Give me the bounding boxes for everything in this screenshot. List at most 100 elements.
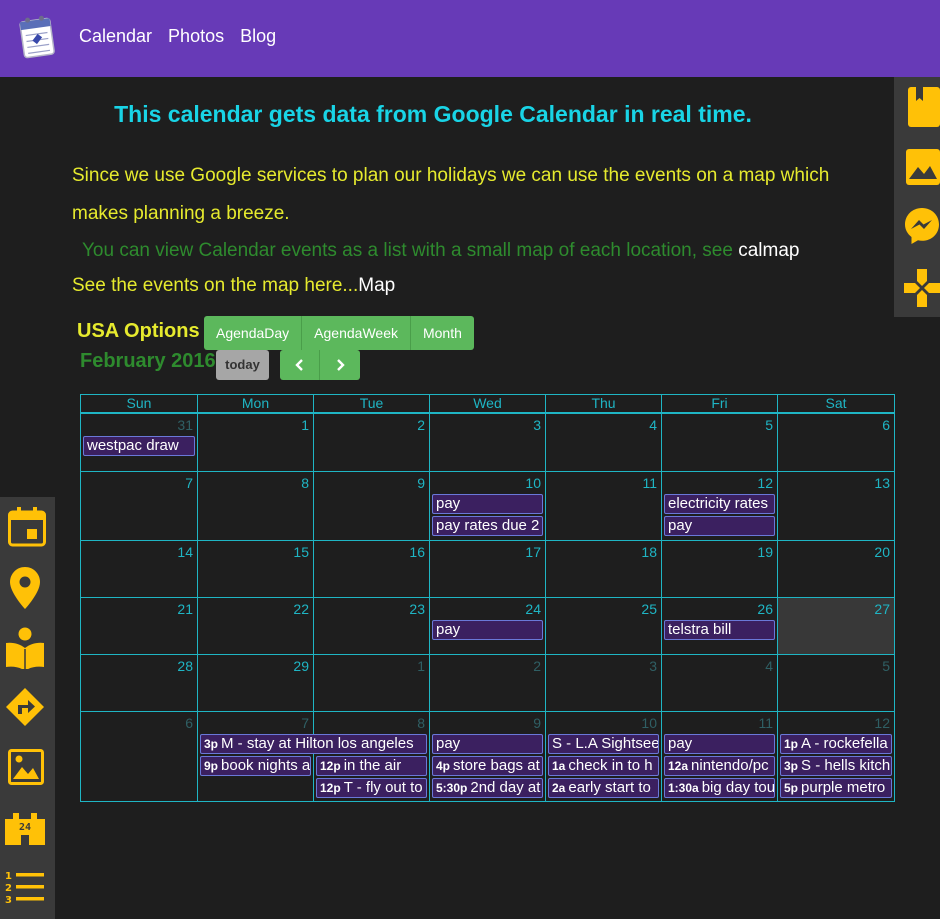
day-cell[interactable]: 11 — [545, 471, 662, 541]
day-cell[interactable]: 17 — [429, 540, 546, 598]
map-link[interactable]: Map — [358, 275, 395, 296]
nav-calendar-link[interactable]: Calendar — [79, 26, 152, 47]
calendar-event[interactable]: 2a early start to — [548, 778, 659, 798]
day-cell[interactable]: 3 — [429, 413, 546, 472]
day-cell[interactable]: 2 — [429, 654, 546, 712]
event-title: book nights a — [221, 757, 311, 774]
day-number: 25 — [641, 601, 657, 617]
calendar-event[interactable]: S - L.A Sightseeing — [548, 734, 659, 754]
calendar-event[interactable]: pay — [664, 734, 775, 754]
calendar-event[interactable]: pay — [432, 734, 543, 754]
day-number: 10 — [525, 475, 541, 491]
calendar-event[interactable]: pay rates due 2 — [432, 516, 543, 536]
day-cell[interactable]: 22 — [197, 597, 314, 655]
calendar-event[interactable]: 9p book nights a — [200, 756, 311, 776]
day-cell[interactable]: 5 — [661, 413, 778, 472]
calendar-event[interactable]: westpac draw — [83, 436, 195, 456]
map-note: See the events on the map here...Map — [72, 275, 395, 297]
day-cell[interactable]: 25 — [545, 597, 662, 655]
numbered-list-icon[interactable]: 1 2 3 — [5, 869, 45, 905]
intro-paragraph: Since we use Google services to plan our… — [72, 165, 830, 224]
calendar-event[interactable]: pay — [432, 620, 543, 640]
svg-text:2: 2 — [5, 883, 12, 894]
event-title: pay — [668, 735, 693, 752]
day-cell[interactable]: 1 — [197, 413, 314, 472]
calendar-event[interactable]: 1:30a big day tour — [664, 778, 775, 798]
weekday-header: Fri — [661, 394, 778, 413]
weekday-header: Tue — [313, 394, 430, 413]
calendar-event[interactable]: telstra bill — [664, 620, 775, 640]
nav-photos-link[interactable]: Photos — [168, 26, 224, 47]
day-cell[interactable]: 16 — [313, 540, 430, 598]
month-button[interactable]: Month — [410, 316, 474, 350]
day-cell[interactable]: 8 — [197, 471, 314, 541]
day-cell[interactable]: 13 — [777, 471, 895, 541]
calendar-event[interactable]: 12p in the air — [316, 756, 427, 776]
day-number: 16 — [409, 544, 425, 560]
today-button[interactable]: today — [216, 350, 269, 380]
image-icon[interactable] — [906, 149, 940, 185]
calendar-event[interactable]: pay — [664, 516, 775, 536]
gamepad-icon[interactable] — [904, 269, 940, 307]
messenger-icon[interactable] — [904, 207, 940, 245]
calendar-event[interactable]: electricity rates — [664, 494, 775, 514]
day-number: 23 — [409, 601, 425, 617]
day-cell[interactable]: 4 — [545, 413, 662, 472]
day-cell[interactable]: 21 — [80, 597, 198, 655]
options-title: USA Options — [77, 320, 200, 342]
calendar-event[interactable]: 12p T - fly out to — [316, 778, 427, 798]
directions-icon[interactable] — [5, 687, 45, 727]
weekday-header: Sun — [80, 394, 198, 413]
day-cell[interactable]: 27 — [777, 597, 895, 655]
agenda-day-button[interactable]: AgendaDay — [204, 316, 303, 350]
agenda-week-button[interactable]: AgendaWeek — [302, 316, 411, 350]
open-24-icon[interactable]: 24 — [5, 809, 45, 845]
event-title: pay rates due 2 — [436, 517, 540, 534]
day-cell[interactable]: 23 — [313, 597, 430, 655]
calendar-logo-icon[interactable] — [18, 12, 56, 62]
calendar-event[interactable]: 3p S - hells kitch — [780, 756, 892, 776]
day-cell[interactable]: 20 — [777, 540, 895, 598]
day-cell[interactable]: 15 — [197, 540, 314, 598]
day-cell[interactable]: 4 — [661, 654, 778, 712]
day-cell[interactable]: 29 — [197, 654, 314, 712]
calendar-event[interactable]: 1p A - rockefella — [780, 734, 892, 754]
day-cell[interactable]: 19 — [661, 540, 778, 598]
day-cell[interactable]: 14 — [80, 540, 198, 598]
day-cell[interactable]: 2 — [313, 413, 430, 472]
photo-icon[interactable] — [8, 749, 44, 785]
day-cell[interactable]: 3 — [545, 654, 662, 712]
calendar-event[interactable]: 1a check in to h — [548, 756, 659, 776]
calendar-event[interactable]: 4p store bags at — [432, 756, 543, 776]
reader-icon[interactable] — [6, 627, 44, 669]
day-cell[interactable]: 9 — [313, 471, 430, 541]
calendar-icon[interactable] — [8, 507, 46, 547]
day-cell[interactable]: 6 — [80, 711, 198, 802]
calendar-event[interactable]: 3p M - stay at Hilton los angeles — [200, 734, 427, 754]
day-cell[interactable]: 18 — [545, 540, 662, 598]
event-time: 5p — [784, 781, 799, 795]
map-pin-icon[interactable] — [10, 567, 40, 609]
calmap-link[interactable]: calmap — [738, 240, 799, 261]
event-title: pay — [436, 735, 461, 752]
calendar-event[interactable]: 5p purple metro — [780, 778, 892, 798]
day-cell[interactable]: 28 — [80, 654, 198, 712]
next-month-button[interactable] — [320, 350, 360, 380]
calendar-event[interactable]: pay — [432, 494, 543, 514]
day-cell[interactable]: 6 — [777, 413, 895, 472]
day-cell[interactable]: 1 — [313, 654, 430, 712]
calendar-event[interactable]: 5:30p 2nd day at — [432, 778, 543, 798]
day-number: 2 — [417, 417, 425, 433]
day-cell[interactable]: 5 — [777, 654, 895, 712]
day-cell[interactable]: 7 — [80, 471, 198, 541]
prev-month-button[interactable] — [280, 350, 320, 380]
day-number: 17 — [525, 544, 541, 560]
calendar-event[interactable]: 12a nintendo/pc — [664, 756, 775, 776]
bookmark-icon[interactable] — [908, 87, 940, 127]
event-time: 9p — [204, 759, 219, 773]
nav-blog-link[interactable]: Blog — [240, 26, 276, 47]
day-number: 3 — [649, 658, 657, 674]
event-title: 2nd day at — [470, 779, 541, 796]
view-switcher: AgendaDay AgendaWeek Month — [204, 316, 474, 350]
chevron-left-icon — [294, 359, 303, 371]
